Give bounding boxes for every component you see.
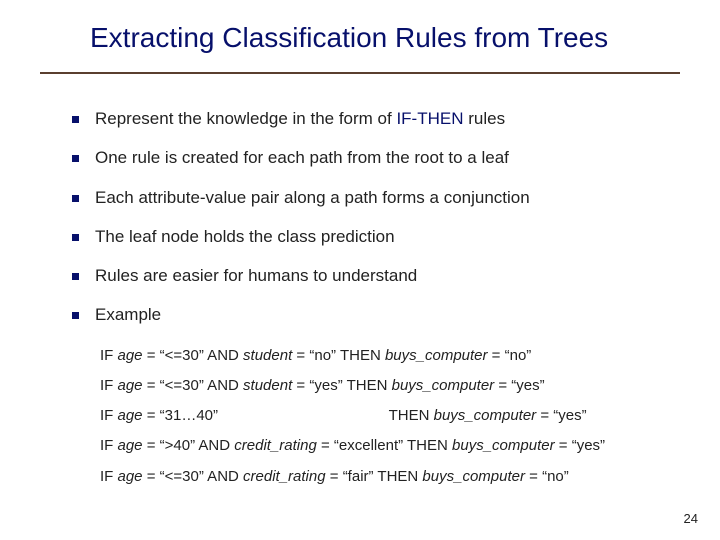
- attr: buys_computer: [434, 407, 537, 424]
- rule-line: IF age = “<=30” AND student = “no” THEN …: [100, 346, 680, 366]
- spacer: [218, 407, 385, 424]
- rule-line: IF age = “31…40” THEN buys_computer = “y…: [100, 406, 680, 426]
- eq: =: [488, 347, 505, 364]
- bullet-icon: [72, 155, 79, 162]
- bullet-text: Each attribute-value pair along a path f…: [95, 187, 530, 208]
- and-kw: AND: [204, 377, 243, 394]
- bullet-icon: [72, 234, 79, 241]
- val: “<=30”: [160, 377, 204, 394]
- bullet-post: rules: [464, 109, 506, 128]
- slide: Extracting Classification Rules from Tre…: [0, 0, 720, 540]
- attr: age: [118, 437, 143, 454]
- bullet-pre: One rule is created for each path from t…: [95, 148, 509, 167]
- attr: age: [118, 377, 143, 394]
- eq: =: [536, 407, 553, 424]
- and-kw: AND: [204, 468, 243, 485]
- then-kw: THEN: [374, 468, 423, 485]
- bullet-text: Represent the knowledge in the form of I…: [95, 108, 505, 129]
- eq: =: [326, 468, 343, 485]
- then-kw: THEN: [403, 437, 452, 454]
- eq: =: [555, 437, 572, 454]
- bullet-pre: Rules are easier for humans to understan…: [95, 266, 417, 285]
- attr: age: [118, 407, 143, 424]
- eq: =: [143, 407, 160, 424]
- val: “excellent”: [334, 437, 403, 454]
- example-block: IF age = “<=30” AND student = “no” THEN …: [0, 344, 720, 487]
- bullet-pre: Example: [95, 305, 161, 324]
- if-kw: IF: [100, 377, 118, 394]
- page-number: 24: [684, 511, 698, 526]
- eq: =: [292, 377, 309, 394]
- attr: student: [243, 377, 292, 394]
- attr: credit_rating: [243, 468, 326, 485]
- attr: age: [118, 468, 143, 485]
- and-kw: AND: [204, 347, 243, 364]
- attr: credit_rating: [234, 437, 317, 454]
- if-kw: IF: [100, 347, 118, 364]
- bullet-pre: The leaf node holds the class prediction: [95, 227, 395, 246]
- if-kw: IF: [100, 407, 118, 424]
- eq: =: [143, 468, 160, 485]
- bullet-text: One rule is created for each path from t…: [95, 147, 509, 168]
- eq: =: [494, 377, 511, 394]
- val: “fair”: [343, 468, 374, 485]
- list-item: Example: [72, 304, 680, 325]
- val: “yes”: [553, 407, 586, 424]
- eq: =: [143, 437, 160, 454]
- then-kw: THEN: [343, 377, 392, 394]
- eq: =: [317, 437, 334, 454]
- attr: buys_computer: [452, 437, 555, 454]
- eq: =: [525, 468, 542, 485]
- val: “>40”: [160, 437, 195, 454]
- eq: =: [292, 347, 309, 364]
- bullet-text: Example: [95, 304, 161, 325]
- rule-line: IF age = “<=30” AND credit_rating = “fai…: [100, 467, 680, 487]
- eq: =: [143, 347, 160, 364]
- rule-line: IF age = “<=30” AND student = “yes” THEN…: [100, 376, 680, 396]
- val: “31…40”: [160, 407, 218, 424]
- list-item: Rules are easier for humans to understan…: [72, 265, 680, 286]
- rule-line: IF age = “>40” AND credit_rating = “exce…: [100, 436, 680, 456]
- list-item: One rule is created for each path from t…: [72, 147, 680, 168]
- bullet-text: The leaf node holds the class prediction: [95, 226, 395, 247]
- val: “yes”: [511, 377, 544, 394]
- bullet-text: Rules are easier for humans to understan…: [95, 265, 417, 286]
- if-kw: IF: [100, 468, 118, 485]
- attr: student: [243, 347, 292, 364]
- val: “yes”: [309, 377, 342, 394]
- bullet-pre: Represent the knowledge in the form of: [95, 109, 396, 128]
- title-wrap: Extracting Classification Rules from Tre…: [0, 0, 720, 62]
- attr: buys_computer: [422, 468, 525, 485]
- slide-title: Extracting Classification Rules from Tre…: [90, 22, 680, 54]
- eq: =: [143, 377, 160, 394]
- val: “<=30”: [160, 468, 204, 485]
- then-kw: THEN: [336, 347, 385, 364]
- attr: age: [118, 347, 143, 364]
- list-item: The leaf node holds the class prediction: [72, 226, 680, 247]
- val: “<=30”: [160, 347, 204, 364]
- bullet-icon: [72, 273, 79, 280]
- bullet-pre: Each attribute-value pair along a path f…: [95, 188, 530, 207]
- val: “no”: [505, 347, 532, 364]
- val: “no”: [542, 468, 569, 485]
- if-kw: IF: [100, 437, 118, 454]
- val: “yes”: [572, 437, 605, 454]
- and-kw: AND: [195, 437, 234, 454]
- list-item: Each attribute-value pair along a path f…: [72, 187, 680, 208]
- attr: buys_computer: [392, 377, 495, 394]
- list-item: Represent the knowledge in the form of I…: [72, 108, 680, 129]
- then-kw: THEN: [385, 407, 434, 424]
- bullet-icon: [72, 116, 79, 123]
- bullet-icon: [72, 195, 79, 202]
- bullet-icon: [72, 312, 79, 319]
- bullet-list: Represent the knowledge in the form of I…: [72, 108, 680, 326]
- attr: buys_computer: [385, 347, 488, 364]
- bullet-key: IF-THEN: [396, 109, 463, 128]
- val: “no”: [309, 347, 336, 364]
- content: Represent the knowledge in the form of I…: [0, 74, 720, 326]
